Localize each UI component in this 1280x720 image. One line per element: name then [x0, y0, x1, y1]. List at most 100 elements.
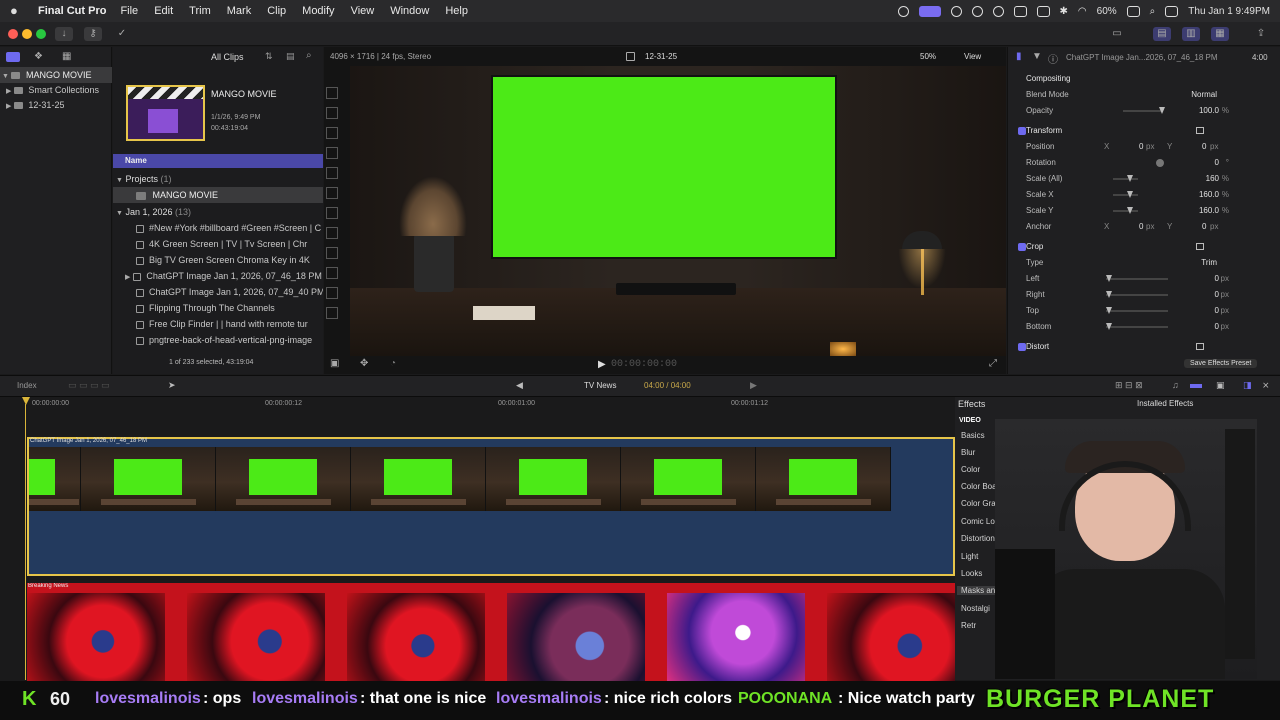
- clip-filter-dropdown[interactable]: All Clips: [211, 52, 244, 62]
- crop-top-slider[interactable]: [1106, 310, 1168, 312]
- list-item[interactable]: Free Clip Finder | | hand with remote tu…: [113, 316, 323, 332]
- edit-buttons-icon[interactable]: ▭ ▭ ▭ ▭: [68, 380, 110, 391]
- titles-icon[interactable]: ▦: [62, 51, 71, 62]
- transform-checkbox[interactable]: [1018, 127, 1026, 135]
- disclosure-closed-icon[interactable]: ▶: [6, 103, 11, 110]
- viewer-options-icon[interactable]: ▣: [330, 358, 339, 369]
- opacity-value[interactable]: 100.0: [1199, 103, 1219, 119]
- snapping-toggle[interactable]: [1190, 384, 1202, 388]
- scale-y-value[interactable]: 160.0: [1199, 203, 1219, 219]
- select-tool-icon[interactable]: ➤: [168, 380, 176, 391]
- list-item[interactable]: 4K Green Screen | TV | Tv Screen | Chr: [113, 236, 323, 252]
- disclosure-open-icon[interactable]: ▼: [116, 177, 123, 184]
- effect-category[interactable]: Color: [961, 465, 980, 474]
- crop-top-value[interactable]: 0: [1215, 303, 1219, 319]
- menu-trim[interactable]: Trim: [189, 5, 211, 17]
- rotation-value[interactable]: 0: [1215, 155, 1219, 171]
- libraries-icon[interactable]: [6, 52, 20, 62]
- crop-right-slider[interactable]: [1106, 294, 1168, 296]
- menu-view[interactable]: View: [351, 5, 375, 17]
- share-icon[interactable]: ⇪: [1252, 27, 1270, 41]
- distort-header[interactable]: Distort: [1008, 339, 1280, 355]
- disclosure-open-icon[interactable]: ▼: [116, 210, 123, 217]
- zoom-window-button[interactable]: [36, 29, 46, 39]
- scale-all-slider[interactable]: [1113, 178, 1138, 180]
- layout-icon-2[interactable]: ▥: [1182, 27, 1200, 41]
- opacity-slider[interactable]: [1123, 110, 1163, 112]
- status-icon-2[interactable]: [950, 5, 962, 17]
- transform-onscreen-icon[interactable]: [1196, 127, 1204, 134]
- list-item[interactable]: Big TV Green Screen Chroma Key in 4K: [113, 252, 323, 268]
- status-icon-4[interactable]: [992, 5, 1004, 17]
- list-item[interactable]: ChatGPT Image Jan 1, 2026, 07_49_40 PM: [113, 284, 323, 300]
- back-arrow-icon[interactable]: ◀: [516, 380, 523, 391]
- crop-left-value[interactable]: 0: [1215, 271, 1219, 287]
- view-options-icon[interactable]: ▤: [286, 51, 295, 62]
- apple-menu-icon[interactable]: ●: [10, 4, 24, 18]
- play-button[interactable]: ▶: [598, 359, 606, 370]
- effect-category[interactable]: Looks: [961, 569, 982, 578]
- menu-edit[interactable]: Edit: [154, 5, 173, 17]
- index-button[interactable]: Index: [17, 381, 37, 390]
- crop-type-dropdown[interactable]: Trim: [1201, 255, 1217, 271]
- menu-window[interactable]: Window: [390, 5, 429, 17]
- crop-header[interactable]: Crop: [1008, 239, 1280, 255]
- playhead[interactable]: [25, 404, 26, 680]
- transform-header[interactable]: Transform: [1008, 123, 1280, 139]
- crop-left-slider[interactable]: [1106, 278, 1168, 280]
- close-window-button[interactable]: [8, 29, 18, 39]
- installed-effects-dropdown[interactable]: Installed Effects: [1137, 399, 1193, 408]
- status-icon-5[interactable]: [1013, 5, 1027, 17]
- menu-file[interactable]: File: [120, 5, 138, 17]
- primary-clip[interactable]: ChatGPT Image Jan 1, 2026, 07_46_18 PM: [27, 437, 955, 576]
- position-y-value[interactable]: 0: [1202, 139, 1206, 155]
- libraries-toggle-icon[interactable]: ▭: [1108, 27, 1126, 41]
- wifi-icon[interactable]: ◠: [1078, 6, 1087, 17]
- playhead-handle[interactable]: [22, 397, 30, 405]
- viewer-timecode[interactable]: 00:00:00:00: [611, 359, 677, 370]
- clock[interactable]: Thu Jan 1 9:49PM: [1188, 6, 1270, 17]
- date-group[interactable]: ▼ Jan 1, 2026 (13): [113, 204, 191, 220]
- color-inspector-icon[interactable]: ▼: [1032, 51, 1042, 62]
- info-inspector-icon[interactable]: ⓘ: [1048, 51, 1058, 66]
- transform-tool-icon[interactable]: ✥: [360, 358, 368, 369]
- import-icon[interactable]: ↓: [55, 27, 73, 41]
- list-item[interactable]: ▶ ChatGPT Image Jan 1, 2026, 07_46_18 PM: [113, 268, 323, 284]
- scale-x-slider[interactable]: [1113, 194, 1138, 196]
- rotation-dial[interactable]: [1156, 159, 1164, 167]
- effects-browser-icon[interactable]: ▣: [1216, 380, 1225, 391]
- bluetooth-icon[interactable]: ✱: [1060, 6, 1068, 17]
- layout-icon-1[interactable]: ▤: [1153, 27, 1171, 41]
- effect-category[interactable]: Blur: [961, 448, 975, 457]
- position-x-value[interactable]: 0: [1139, 139, 1143, 155]
- disclosure-open-icon[interactable]: ▼: [2, 73, 9, 80]
- menu-clip[interactable]: Clip: [267, 5, 286, 17]
- sort-icon[interactable]: ⇅: [265, 51, 273, 62]
- anchor-y-value[interactable]: 0: [1202, 219, 1206, 235]
- audio-icon[interactable]: ♫: [1172, 380, 1179, 390]
- close-timeline-icon[interactable]: ⨯: [1262, 380, 1270, 391]
- status-icon-3[interactable]: [971, 5, 983, 17]
- menu-help[interactable]: Help: [445, 5, 468, 17]
- search-icon[interactable]: ⌕: [1150, 6, 1156, 17]
- effect-category[interactable]: Retr: [961, 621, 976, 630]
- crop-bottom-slider[interactable]: [1106, 326, 1168, 328]
- name-column-header[interactable]: Name: [113, 154, 323, 168]
- library-row[interactable]: ▼ MANGO MOVIE: [0, 67, 112, 83]
- layout-icon-3[interactable]: ▦: [1211, 27, 1229, 41]
- crop-right-value[interactable]: 0: [1215, 287, 1219, 303]
- crop-bottom-value[interactable]: 0: [1215, 319, 1219, 335]
- save-effects-preset-button[interactable]: Save Effects Preset: [1184, 359, 1258, 368]
- project-thumbnail[interactable]: [126, 85, 205, 141]
- search-icon[interactable]: ⌕: [306, 50, 312, 61]
- video-inspector-icon[interactable]: ▮: [1016, 51, 1022, 62]
- minimize-window-button[interactable]: [22, 29, 32, 39]
- scale-x-value[interactable]: 160.0: [1199, 187, 1219, 203]
- keywords-icon[interactable]: ⚷: [84, 27, 102, 41]
- projects-group[interactable]: ▼ Projects (1): [113, 171, 171, 187]
- distort-checkbox[interactable]: [1018, 343, 1026, 351]
- breaking-news-clip[interactable]: Breaking News: [27, 583, 955, 681]
- anchor-x-value[interactable]: 0: [1139, 219, 1143, 235]
- control-center-icon[interactable]: [1165, 5, 1179, 17]
- list-item[interactable]: pngtree-back-of-head-vertical-png-image: [113, 332, 323, 348]
